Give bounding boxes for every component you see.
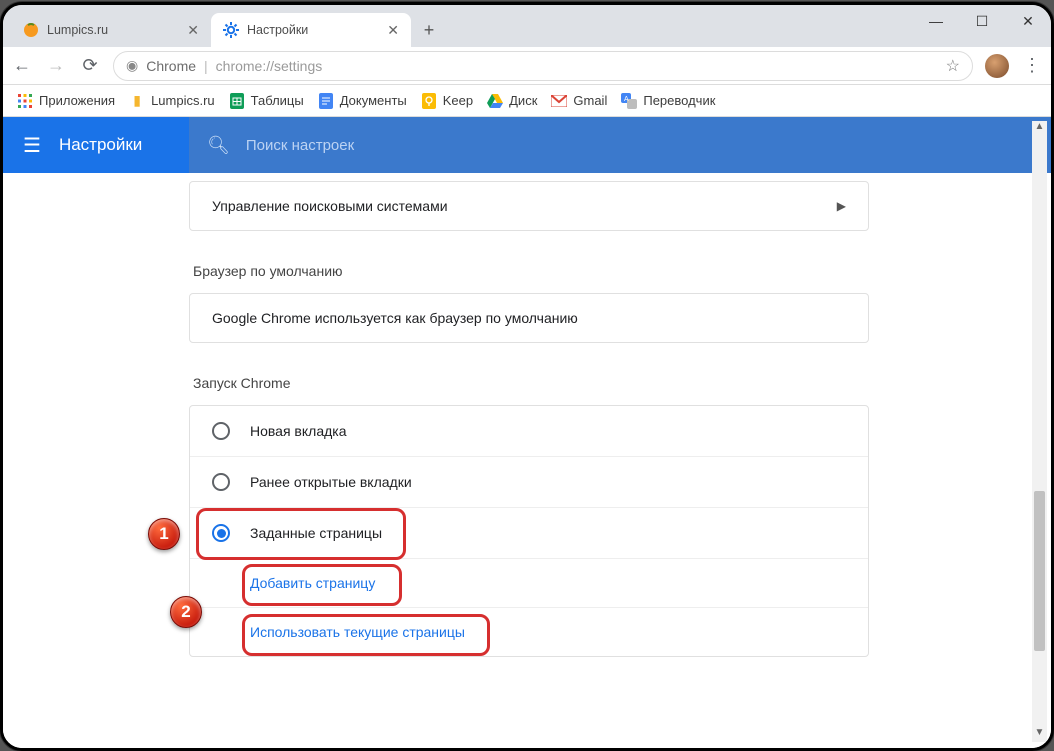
nav-toolbar: ← → ⟳ ◉ Chrome | chrome://settings ☆ ⋮ [3,47,1051,85]
folder-icon: ▮ [129,93,145,109]
url-scheme: Chrome [146,58,196,74]
forward-button[interactable]: → [45,55,67,76]
startup-card: Новая вкладка Ранее открытые вкладки Зад… [189,405,869,657]
radio-icon [212,422,230,440]
add-page-link[interactable]: Добавить страницу [190,558,868,607]
translate-icon: A [621,93,637,109]
annotation-badge-1: 1 [148,518,180,550]
startup-option-newtab[interactable]: Новая вкладка [190,406,868,456]
drive-icon [487,93,503,109]
scrollbar-thumb[interactable] [1034,491,1045,651]
gear-icon [223,22,239,38]
tab-lumpics[interactable]: Lumpics.ru ✕ [11,13,211,47]
page-title: Настройки [59,135,142,155]
tab-title: Lumpics.ru [47,23,108,37]
close-icon[interactable]: ✕ [387,22,399,39]
content-area: ☰ Настройки 🔍︎ Управление поисковыми сис… [3,117,1051,748]
default-browser-heading: Браузер по умолчанию [193,263,869,279]
bookmark-gmail[interactable]: Gmail [551,93,607,109]
docs-icon [318,93,334,109]
search-engines-card: Управление поисковыми системами ▶ [189,181,869,231]
apps-shortcut[interactable]: Приложения [17,93,115,109]
default-browser-card: Google Chrome используется как браузер п… [189,293,869,343]
orange-favicon [23,22,39,38]
scroll-up-icon[interactable]: ▲ [1032,121,1047,136]
apps-icon [17,93,33,109]
vertical-scrollbar[interactable]: ▲ ▼ [1032,121,1047,742]
menu-icon[interactable]: ⋮ [1021,55,1043,76]
window-controls: — ☐ ✕ [913,5,1051,37]
manage-search-engines-row[interactable]: Управление поисковыми системами ▶ [190,182,868,230]
bookmark-keep[interactable]: Keep [421,93,473,109]
keep-icon [421,93,437,109]
close-button[interactable]: ✕ [1005,5,1051,37]
gmail-icon [551,93,567,109]
bookmark-sheets[interactable]: Таблицы [229,93,304,109]
reload-button[interactable]: ⟳ [79,55,101,76]
close-icon[interactable]: ✕ [187,22,199,39]
bookmark-drive[interactable]: Диск [487,93,537,109]
chevron-right-icon: ▶ [837,199,846,213]
site-info-icon[interactable]: ◉ [126,57,138,74]
new-tab-button[interactable]: + [415,16,443,44]
svg-text:A: A [624,96,629,103]
browser-window: Lumpics.ru ✕ Настройки ✕ + — ☐ ✕ ← → ⟳ ◉… [0,2,1054,751]
search-icon: 🔍︎ [207,135,230,156]
profile-avatar[interactable] [985,54,1009,78]
tab-strip: Lumpics.ru ✕ Настройки ✕ + — ☐ ✕ [3,5,1051,47]
tab-settings[interactable]: Настройки ✕ [211,13,411,47]
settings-search[interactable]: 🔍︎ [189,117,1051,173]
settings-header: ☰ Настройки 🔍︎ [3,117,1051,173]
radio-icon [212,473,230,491]
address-bar[interactable]: ◉ Chrome | chrome://settings ☆ [113,51,973,81]
scroll-down-icon[interactable]: ▼ [1032,727,1047,742]
settings-page: Управление поисковыми системами ▶ Браузе… [3,173,1051,748]
hamburger-icon[interactable]: ☰ [23,133,41,158]
url-text: chrome://settings [216,58,323,74]
bookmarks-bar: Приложения ▮ Lumpics.ru Таблицы Документ… [3,85,1051,117]
bookmark-docs[interactable]: Документы [318,93,407,109]
sheets-icon [229,93,245,109]
bookmark-lumpics[interactable]: ▮ Lumpics.ru [129,93,215,109]
default-browser-status: Google Chrome используется как браузер п… [190,294,868,342]
maximize-button[interactable]: ☐ [959,5,1005,37]
radio-checked-icon [212,524,230,542]
use-current-pages-link[interactable]: Использовать текущие страницы [190,607,868,656]
startup-heading: Запуск Chrome [193,375,869,391]
bookmark-translate[interactable]: A Переводчик [621,93,715,109]
minimize-button[interactable]: — [913,5,959,37]
search-input[interactable] [244,136,1033,155]
startup-option-specific[interactable]: Заданные страницы [190,507,868,558]
bookmark-star-icon[interactable]: ☆ [946,56,960,76]
tab-title: Настройки [247,23,308,37]
back-button[interactable]: ← [11,55,33,76]
startup-option-continue[interactable]: Ранее открытые вкладки [190,456,868,507]
